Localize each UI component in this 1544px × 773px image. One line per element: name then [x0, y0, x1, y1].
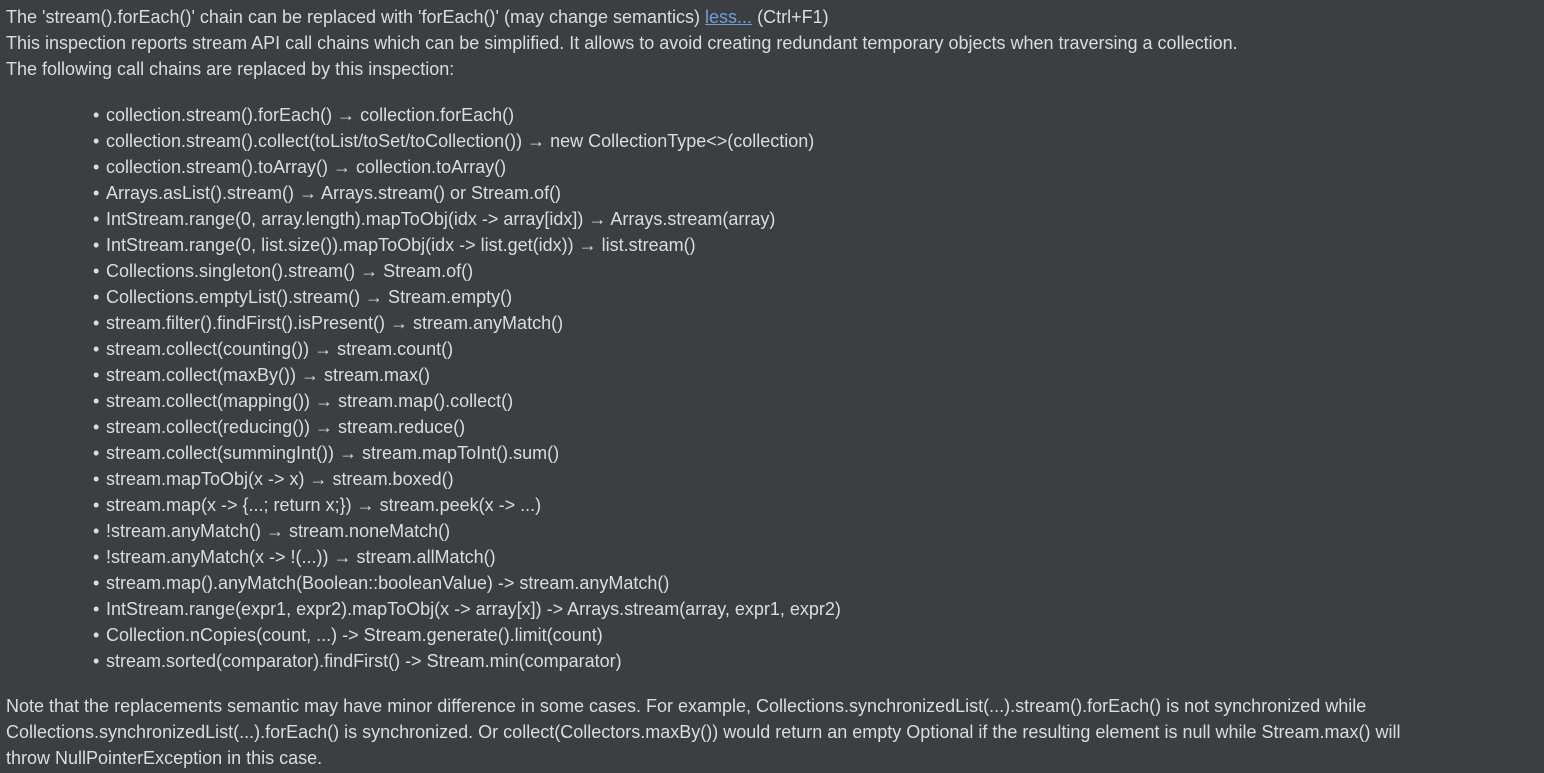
list-item: • Collections.emptyList().stream() → Stre… [93, 284, 1538, 310]
bullet-icon: • [93, 443, 100, 463]
list-item: • stream.filter().findFirst().isPresent()… [93, 310, 1538, 336]
bullet-icon: • [93, 235, 100, 255]
bullet-icon: • [93, 157, 100, 177]
list-item: • IntStream.range(0, array.length).mapToO… [93, 206, 1538, 232]
inspection-summary: The 'stream().forEach()' chain can be re… [6, 7, 701, 27]
bullet-icon: • [93, 209, 100, 229]
bullet-icon: • [93, 287, 100, 307]
bullet-icon: • [93, 339, 100, 359]
list-item: • stream.map(x -> {...; return x;}) → str… [93, 492, 1538, 518]
list-item: • !stream.anyMatch() → stream.noneMatch() [93, 518, 1538, 544]
bullet-icon: • [93, 521, 100, 541]
list-item: • IntStream.range(expr1, expr2).mapToObj(… [93, 596, 1538, 622]
shortcut-hint: (Ctrl+F1) [757, 7, 829, 27]
list-item: • stream.collect(mapping()) → stream.map(… [93, 388, 1538, 414]
list-item: • Collection.nCopies(count, ...) -> Strea… [93, 622, 1538, 648]
list-item: • collection.stream().forEach() → collect… [93, 102, 1538, 128]
bullet-icon: • [93, 131, 100, 151]
bullet-icon: • [93, 105, 100, 125]
bullet-icon: • [93, 469, 100, 489]
call-chain-list: • collection.stream().forEach() → collect… [6, 102, 1538, 674]
note-line: Note that the replacements semantic may … [6, 696, 1367, 716]
inspection-description: This inspection reports stream API call … [6, 33, 1238, 53]
bullet-icon: • [93, 313, 100, 333]
bullet-icon: • [93, 417, 100, 437]
list-item: • stream.collect(maxBy()) → stream.max() [93, 362, 1538, 388]
list-item: • stream.map().anyMatch(Boolean::booleanV… [93, 570, 1538, 596]
list-item: • stream.sorted(comparator).findFirst() -… [93, 648, 1538, 674]
inspection-summary-line: The 'stream().forEach()' chain can be re… [6, 4, 1538, 30]
less-link[interactable]: less... [705, 7, 752, 27]
bullet-icon: • [93, 261, 100, 281]
bullet-icon: • [93, 599, 100, 619]
list-item: • stream.collect(reducing()) → stream.red… [93, 414, 1538, 440]
list-item: • IntStream.range(0, list.size()).mapToOb… [93, 232, 1538, 258]
list-item: • stream.collect(summingInt()) → stream.m… [93, 440, 1538, 466]
list-item: • collection.stream().collect(toList/toSe… [93, 128, 1538, 154]
list-item: • Arrays.asList().stream() → Arrays.strea… [93, 180, 1538, 206]
list-item: • stream.collect(counting()) → stream.cou… [93, 336, 1538, 362]
chains-intro: The following call chains are replaced b… [6, 59, 455, 79]
bullet-icon: • [93, 391, 100, 411]
list-item: • !stream.anyMatch(x -> !(...)) → stream.… [93, 544, 1538, 570]
bullet-icon: • [93, 651, 100, 671]
bullet-icon: • [93, 547, 100, 567]
bullet-icon: • [93, 365, 100, 385]
note-line: throw NullPointerException in this case. [6, 748, 323, 768]
bullet-icon: • [93, 183, 100, 203]
inspection-description-panel: The 'stream().forEach()' chain can be re… [0, 0, 1544, 773]
list-item: • Collections.singleton().stream() → Stre… [93, 258, 1538, 284]
semantics-note: Note that the replacements semantic may … [6, 693, 1538, 771]
bullet-icon: • [93, 625, 100, 645]
list-item: • stream.mapToObj(x -> x) → stream.boxed(… [93, 466, 1538, 492]
bullet-icon: • [93, 573, 100, 593]
bullet-icon: • [93, 495, 100, 515]
note-line: Collections.synchronizedList(...).forEac… [6, 722, 1401, 742]
list-item: • collection.stream().toArray() → collect… [93, 154, 1538, 180]
